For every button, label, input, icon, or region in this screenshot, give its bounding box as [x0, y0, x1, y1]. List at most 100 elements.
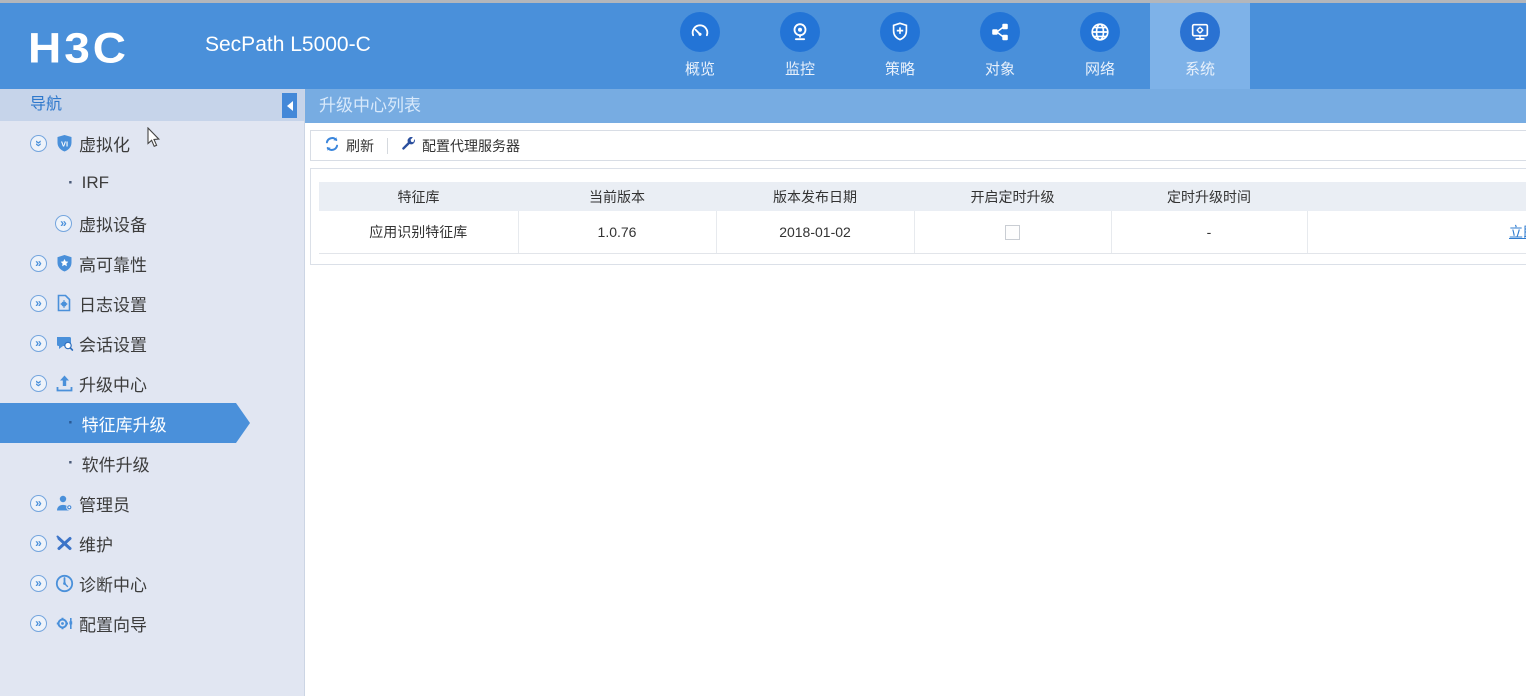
cell-actions: 立即升级 — [1306, 211, 1526, 254]
sidebar-item-upgrade-center[interactable]: » 升级中心 — [0, 363, 305, 403]
upload-icon — [54, 373, 74, 393]
sidebar-item-high-availability[interactable]: » 高可靠性 — [0, 243, 305, 283]
sidebar-item-label: 特征库升级 — [81, 415, 167, 435]
table-header-row: 特征库 当前版本 版本发布日期 开启定时升级 定时升级时间 — [319, 182, 1526, 211]
tab-monitoring[interactable]: 监控 — [750, 3, 850, 89]
expand-right-icon[interactable]: » — [30, 534, 47, 552]
tab-monitoring-label: 监控 — [784, 61, 815, 78]
tab-system-label: 系统 — [1184, 61, 1215, 78]
expand-right-icon[interactable]: » — [30, 334, 47, 352]
column-header-scheduled-upgrade: 开启定时升级 — [914, 182, 1111, 211]
expand-right-icon[interactable]: » — [30, 494, 47, 512]
wrench-icon — [401, 136, 416, 155]
sidebar-item-label: 维护 — [79, 535, 113, 555]
cell-library-name: 应用识别特征库 — [319, 211, 518, 254]
cell-release-date: 2018-01-02 — [715, 211, 914, 254]
sidebar-header: 导航 — [0, 89, 304, 121]
tab-overview[interactable]: 概览 — [650, 3, 750, 89]
sidebar-item-label: 高可靠性 — [79, 255, 147, 275]
page-title-bar: 升级中心列表 — [305, 89, 1526, 123]
shield-star-icon — [54, 253, 74, 273]
sidebar-collapse-button[interactable] — [282, 93, 297, 118]
expand-right-icon[interactable]: » — [30, 254, 47, 272]
upgrade-table-container: 特征库 当前版本 版本发布日期 开启定时升级 定时升级时间 应用识别特征库 1.… — [310, 168, 1526, 265]
bullet-icon: · — [68, 173, 74, 192]
expand-down-icon[interactable]: » — [30, 134, 47, 152]
webcam-icon — [780, 12, 820, 52]
sidebar-item-label: 升级中心 — [79, 375, 147, 395]
cell-scheduled-time: - — [1110, 211, 1307, 254]
sidebar-item-label: IRF — [81, 173, 110, 192]
expand-right-icon[interactable]: » — [30, 614, 47, 632]
globe-icon — [1080, 12, 1120, 52]
scheduled-upgrade-checkbox[interactable] — [1005, 225, 1020, 241]
tab-objects[interactable]: 对象 — [950, 3, 1050, 89]
configure-proxy-label: 配置代理服务器 — [422, 137, 520, 154]
share-nodes-icon — [980, 12, 1020, 52]
tools-icon — [54, 533, 74, 553]
sidebar-item-label: 会话设置 — [79, 335, 147, 355]
toolbar-divider — [387, 137, 388, 154]
monitor-gear-icon — [1180, 12, 1220, 52]
sidebar-item-diagnostic-center[interactable]: » 诊断中心 — [0, 563, 305, 603]
refresh-button[interactable]: 刷新 — [320, 136, 378, 156]
column-header-release-date: 版本发布日期 — [716, 182, 914, 211]
page-title: 升级中心列表 — [319, 96, 421, 115]
tab-policy-label: 策略 — [884, 61, 915, 78]
sidebar-item-log-settings[interactable]: » 日志设置 — [0, 283, 305, 323]
tab-overview-label: 概览 — [684, 61, 715, 78]
expand-right-icon[interactable]: » — [30, 294, 47, 312]
sidebar-item-irf[interactable]: · IRF — [0, 163, 305, 203]
wizard-gear-icon — [54, 613, 74, 633]
sidebar: 导航 » VI 虚拟化 · IRF » 虚拟设备 » 高可靠性 » 日志设置 »… — [0, 89, 305, 696]
top-bar: H3C SecPath L5000-C 概览 监控 策略 对象 网络 系统 — [0, 3, 1526, 89]
shield-plus-icon — [880, 12, 920, 52]
configure-proxy-button[interactable]: 配置代理服务器 — [397, 136, 524, 156]
log-document-icon — [54, 293, 74, 313]
tab-network-label: 网络 — [1084, 61, 1115, 78]
sidebar-item-software-upgrade[interactable]: · 软件升级 — [0, 443, 305, 483]
cell-scheduled-upgrade — [913, 211, 1111, 254]
admin-user-icon — [54, 493, 74, 513]
sidebar-item-session-settings[interactable]: » 会话设置 — [0, 323, 305, 363]
tab-network[interactable]: 网络 — [1050, 3, 1150, 89]
sidebar-item-label: 配置向导 — [79, 615, 147, 635]
signature-library-table: 特征库 当前版本 版本发布日期 开启定时升级 定时升级时间 应用识别特征库 1.… — [319, 182, 1526, 254]
sidebar-item-administrator[interactable]: » 管理员 — [0, 483, 305, 523]
sidebar-title: 导航 — [30, 96, 63, 113]
sidebar-item-label: 日志设置 — [79, 295, 147, 315]
expand-down-icon[interactable]: » — [30, 374, 47, 392]
tab-objects-label: 对象 — [984, 61, 1015, 78]
upgrade-now-link[interactable]: 立即升级 — [1509, 224, 1526, 240]
toolbar: 刷新 配置代理服务器 — [310, 130, 1526, 161]
gauge-icon — [680, 12, 720, 52]
h3c-logo: H3C — [28, 24, 130, 72]
sidebar-item-signature-upgrade[interactable]: · 特征库升级 — [0, 403, 250, 443]
expand-right-icon[interactable]: » — [55, 214, 72, 232]
sidebar-item-config-wizard[interactable]: » 配置向导 — [0, 603, 305, 643]
diagnostic-gauge-icon — [54, 573, 74, 593]
sidebar-item-label: 管理员 — [79, 495, 130, 515]
table-row: 应用识别特征库 1.0.76 2018-01-02 - 立即升级 — [319, 211, 1526, 254]
bullet-icon: · — [68, 453, 74, 472]
chevron-left-icon — [286, 100, 293, 111]
column-header-current-version: 当前版本 — [518, 182, 716, 211]
sidebar-item-label: 软件升级 — [81, 455, 150, 475]
expand-right-icon[interactable]: » — [30, 574, 47, 592]
refresh-label: 刷新 — [346, 137, 374, 154]
sidebar-item-maintenance[interactable]: » 维护 — [0, 523, 305, 563]
svg-text:VI: VI — [60, 139, 67, 148]
virtualization-icon: VI — [54, 133, 74, 153]
tab-system[interactable]: 系统 — [1150, 3, 1250, 89]
column-header-actions — [1307, 182, 1526, 211]
bullet-icon: · — [68, 413, 74, 432]
cell-current-version: 1.0.76 — [517, 211, 716, 254]
sidebar-item-label: 诊断中心 — [79, 575, 147, 595]
product-name: SecPath L5000-C — [205, 33, 371, 56]
sidebar-item-virtual-device[interactable]: » 虚拟设备 — [0, 203, 305, 243]
sidebar-tree: » VI 虚拟化 · IRF » 虚拟设备 » 高可靠性 » 日志设置 » 会话… — [0, 123, 305, 643]
column-header-scheduled-time: 定时升级时间 — [1111, 182, 1307, 211]
tab-policy[interactable]: 策略 — [850, 3, 950, 89]
sidebar-item-label: 虚拟化 — [79, 135, 130, 155]
refresh-icon — [324, 136, 340, 155]
